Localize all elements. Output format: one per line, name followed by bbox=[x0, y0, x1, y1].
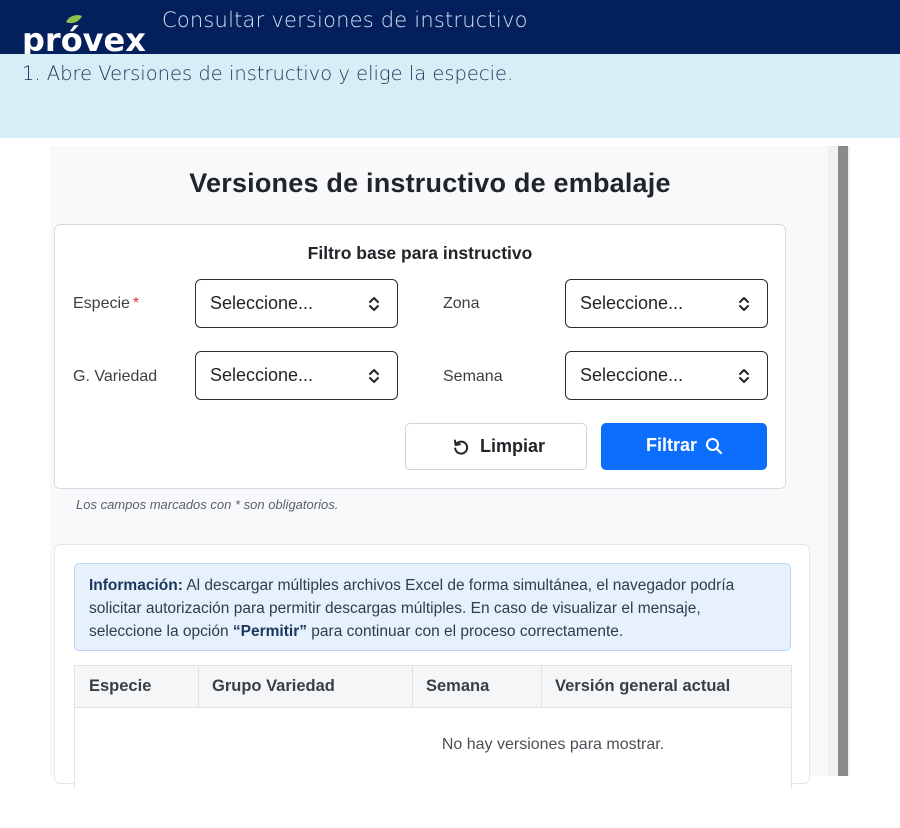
especie-select-value: Seleccione... bbox=[210, 293, 314, 313]
especie-select[interactable]: Seleccione... bbox=[195, 279, 398, 328]
header-title: Consultar versiones de instructivo bbox=[162, 8, 528, 32]
updown-caret-icon bbox=[739, 297, 749, 311]
table-body: No hay versiones para mostrar. bbox=[74, 708, 792, 788]
empty-table-message: No hay versiones para mostrar. bbox=[441, 736, 665, 753]
info-alert: Información: Al descargar múltiples arch… bbox=[74, 563, 791, 651]
provex-logo: próvex bbox=[22, 15, 146, 54]
instruction-band: 1. Abre Versiones de instructivo y elige… bbox=[0, 54, 900, 138]
info-text-2: para continuar con el proceso correctame… bbox=[307, 623, 624, 640]
filter-card: Filtro base para instructivo Especie * Se… bbox=[54, 224, 786, 489]
updown-caret-icon bbox=[369, 369, 379, 383]
zona-select[interactable]: Seleccione... bbox=[565, 279, 768, 328]
info-allow-option: “Permitir” bbox=[232, 623, 307, 640]
app-screenshot: Versiones de instructivo de embalaje Fil… bbox=[50, 146, 828, 788]
table-header: Especie Grupo Variedad Semana Versión ge… bbox=[74, 665, 792, 709]
variedad-label: G. Variedad bbox=[73, 368, 158, 385]
updown-caret-icon bbox=[739, 369, 749, 383]
column-divider bbox=[412, 666, 413, 709]
clear-button[interactable]: Limpiar bbox=[405, 423, 587, 470]
column-divider bbox=[198, 666, 199, 709]
required-mark: * bbox=[132, 295, 140, 312]
filter-button[interactable]: Filtrar bbox=[601, 423, 767, 470]
filter-title: Filtro base para instructivo bbox=[307, 243, 533, 263]
info-label: Información: bbox=[89, 577, 183, 594]
filter-button-label: Filtrar bbox=[646, 435, 698, 455]
col-semana[interactable]: Semana bbox=[426, 677, 489, 696]
zona-label: Zona bbox=[443, 295, 480, 312]
app-header: próvex Consultar versiones de instructiv… bbox=[0, 0, 900, 54]
col-especie[interactable]: Especie bbox=[89, 677, 151, 696]
variedad-select[interactable]: Seleccione... bbox=[195, 351, 398, 400]
clear-button-label: Limpiar bbox=[480, 436, 546, 456]
semana-label: Semana bbox=[443, 368, 503, 385]
zona-select-value: Seleccione... bbox=[580, 293, 684, 313]
required-fields-note: Los campos marcados con * son obligatori… bbox=[76, 497, 339, 512]
variedad-select-value: Seleccione... bbox=[210, 365, 314, 385]
results-card: Información: Al descargar múltiples arch… bbox=[54, 544, 810, 788]
updown-caret-icon bbox=[369, 297, 379, 311]
svg-text:próvex: próvex bbox=[22, 21, 146, 54]
reset-icon bbox=[454, 439, 469, 455]
search-icon bbox=[706, 438, 723, 455]
scrollbar-thumb[interactable] bbox=[838, 146, 848, 776]
semana-select-value: Seleccione... bbox=[580, 365, 684, 385]
semana-select[interactable]: Seleccione... bbox=[565, 351, 768, 400]
column-divider bbox=[541, 666, 542, 709]
col-version-general[interactable]: Versión general actual bbox=[555, 677, 730, 696]
especie-label: Especie * bbox=[73, 295, 140, 312]
col-grupo-variedad[interactable]: Grupo Variedad bbox=[212, 677, 335, 696]
page-title: Versiones de instructivo de embalaje bbox=[189, 168, 671, 198]
step-instruction: 1. Abre Versiones de instructivo y elige… bbox=[22, 62, 514, 85]
